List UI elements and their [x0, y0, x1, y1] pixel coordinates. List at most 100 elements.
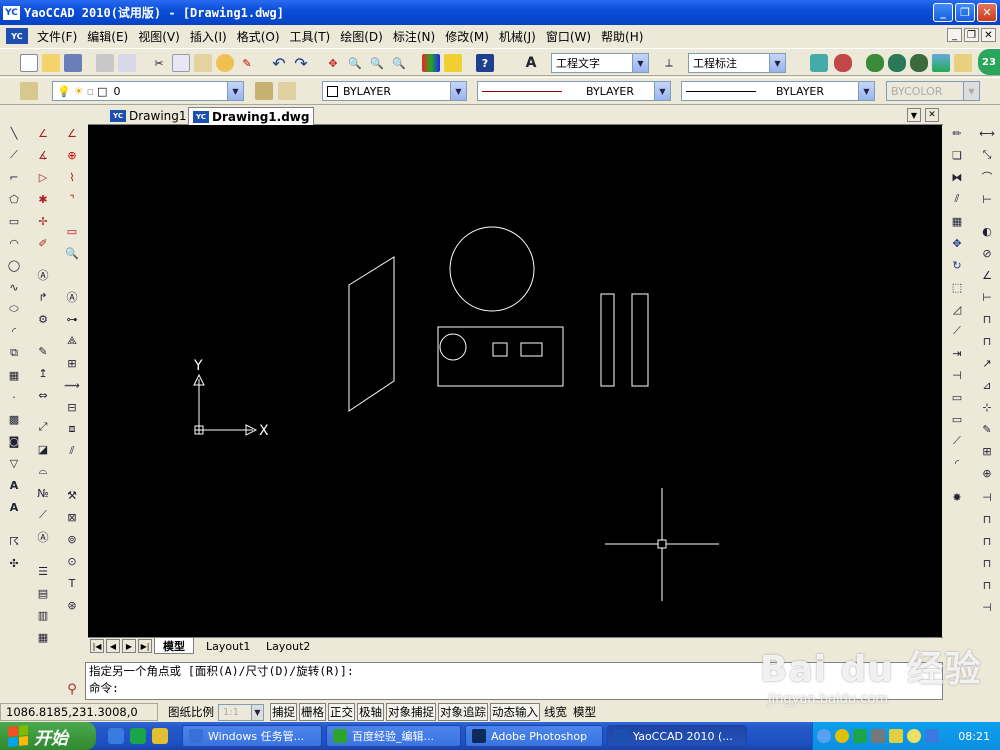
- bar-left-shape[interactable]: [600, 293, 615, 387]
- tray-update-icon[interactable]: [907, 729, 921, 743]
- datum-icon[interactable]: ⟿: [63, 376, 81, 394]
- mech-cross-icon[interactable]: ✢: [34, 212, 52, 230]
- menu-window[interactable]: 窗口(W): [541, 28, 596, 45]
- fog-icon[interactable]: [954, 54, 972, 72]
- tab-drawing1-dwg[interactable]: YC Drawing1.dwg: [188, 107, 315, 125]
- dim-edit-icon[interactable]: ✎: [978, 420, 996, 438]
- point-icon[interactable]: ·: [5, 388, 23, 406]
- polar-toggle[interactable]: 极轴: [357, 703, 384, 721]
- chamfer-icon[interactable]: ⟋: [948, 432, 966, 450]
- start-button[interactable]: 开始: [0, 722, 96, 750]
- ordinate-dim-icon[interactable]: ⊢: [978, 190, 996, 208]
- menu-edit[interactable]: 编辑(E): [82, 28, 133, 45]
- render-icon[interactable]: [866, 54, 884, 72]
- make-current-layer-icon[interactable]: [255, 82, 273, 100]
- title-bar[interactable]: YC YaoCCAD 2010(试用版) - [Drawing1.dwg] _ …: [0, 0, 1000, 25]
- parallelogram-shape[interactable]: [348, 256, 395, 412]
- zoom-part-icon[interactable]: 🔍: [63, 244, 81, 262]
- ellipse-arc-icon[interactable]: ◜: [5, 322, 23, 340]
- center-dim-icon[interactable]: ⊹: [978, 398, 996, 416]
- mech-chart-icon[interactable]: ▥: [34, 606, 52, 624]
- menu-insert[interactable]: 插入(I): [185, 28, 232, 45]
- rotate-icon[interactable]: ↻: [948, 256, 966, 274]
- menu-modify[interactable]: 修改(M): [440, 28, 494, 45]
- dim-jog-icon[interactable]: ⊓: [978, 576, 996, 594]
- tray-input-icon[interactable]: [889, 729, 903, 743]
- fillet-icon[interactable]: ◜: [948, 454, 966, 472]
- tab-model[interactable]: 模型: [154, 638, 194, 654]
- landscape-icon[interactable]: [932, 54, 950, 72]
- first-layout-button[interactable]: |◀: [90, 639, 104, 653]
- scene-icon[interactable]: [910, 54, 928, 72]
- nut-icon[interactable]: ⊠: [63, 508, 81, 526]
- drawing-canvas[interactable]: Y X: [88, 125, 942, 637]
- section-icon[interactable]: ⊟: [63, 398, 81, 416]
- match-properties-icon[interactable]: [216, 54, 234, 72]
- small-circle-shape[interactable]: [439, 333, 467, 361]
- lineweight-toggle[interactable]: 线宽: [542, 703, 569, 721]
- task-baidu-jingyan[interactable]: 百度经验_编辑...: [326, 725, 461, 747]
- explode-object-icon[interactable]: ✸: [948, 488, 966, 506]
- menu-draw[interactable]: 绘图(D): [335, 28, 388, 45]
- dim-space-icon[interactable]: ⊓: [978, 554, 996, 572]
- bar-right-shape[interactable]: [631, 293, 649, 387]
- detail-icon[interactable]: ⧈: [63, 420, 81, 438]
- fastener-icon[interactable]: ⚒: [63, 486, 81, 504]
- copy-icon[interactable]: [172, 54, 190, 72]
- zoom-realtime-icon[interactable]: 🔍: [346, 54, 364, 72]
- save-icon[interactable]: [64, 54, 82, 72]
- quicklaunch-browser-icon[interactable]: [130, 728, 146, 744]
- quick-dim-icon[interactable]: ⊢: [978, 288, 996, 306]
- menu-dimension[interactable]: 标注(N): [388, 28, 440, 45]
- diameter-dim-icon[interactable]: ⊘: [978, 244, 996, 262]
- linetype-select[interactable]: BYLAYER ▼: [477, 81, 671, 101]
- mech-numbering-icon[interactable]: №: [34, 484, 52, 502]
- layer-manager-icon[interactable]: [20, 82, 38, 100]
- mech-line-icon[interactable]: ∠: [34, 124, 52, 142]
- break-icon[interactable]: ▭: [948, 388, 966, 406]
- tolerance-dim-icon[interactable]: ⊿: [978, 376, 996, 394]
- color-select[interactable]: BYLAYER ▼: [322, 81, 467, 101]
- restore-button[interactable]: ❐: [955, 3, 975, 22]
- design-center-icon[interactable]: [444, 54, 462, 72]
- tray-security-icon[interactable]: [853, 729, 867, 743]
- weld-icon[interactable]: ⊞: [63, 354, 81, 372]
- dim-style-icon[interactable]: ⟂: [660, 54, 678, 72]
- grid-toggle[interactable]: 栅格: [299, 703, 326, 721]
- linear-dim-icon[interactable]: ⟷: [978, 124, 996, 142]
- task-yaoccad[interactable]: YaoCCAD 2010 (...: [607, 725, 747, 747]
- paste-icon[interactable]: [194, 54, 212, 72]
- join-icon[interactable]: ▭: [948, 410, 966, 428]
- menu-format[interactable]: 格式(O): [232, 28, 285, 45]
- baseline-dim-icon[interactable]: ⊓: [978, 310, 996, 328]
- bolt-icon[interactable]: ⊙: [63, 552, 81, 570]
- mech-balloon-icon[interactable]: Ⓐ: [34, 528, 52, 546]
- table-icon[interactable]: ▽: [5, 454, 23, 472]
- break-line-icon[interactable]: ⌇: [63, 168, 81, 186]
- menu-file[interactable]: 文件(F): [32, 28, 82, 45]
- snap-toggle[interactable]: 捕捉: [270, 703, 297, 721]
- region-icon[interactable]: ◙: [5, 432, 23, 450]
- mech-symbol-icon[interactable]: Ⓐ: [34, 266, 52, 284]
- array-icon[interactable]: ▦: [948, 212, 966, 230]
- prev-layout-button[interactable]: ◀: [106, 639, 120, 653]
- mech-shape-icon[interactable]: ◪: [34, 440, 52, 458]
- explode-icon[interactable]: ✣: [5, 554, 23, 572]
- ortho-toggle[interactable]: 正交: [328, 703, 355, 721]
- paint-brush-icon[interactable]: ✎: [238, 54, 256, 72]
- dim-style-manager-icon[interactable]: ⊣: [978, 488, 996, 506]
- radius-dim-icon[interactable]: ◐: [978, 222, 996, 240]
- title-block-icon[interactable]: T: [63, 574, 81, 592]
- circle-icon[interactable]: ◯: [5, 256, 23, 274]
- make-block-icon[interactable]: ▦: [5, 366, 23, 384]
- chamfer-mark-icon[interactable]: ⫽: [63, 442, 81, 460]
- quicklaunch-folder-icon[interactable]: [152, 728, 168, 744]
- mech-list-icon[interactable]: ☰: [34, 562, 52, 580]
- osnap-toggle[interactable]: 对象捕捉: [386, 703, 436, 721]
- model-toggle[interactable]: 模型: [571, 703, 598, 721]
- layer-previous-icon[interactable]: [278, 82, 296, 100]
- mech-sketch-icon[interactable]: ✐: [34, 234, 52, 252]
- inspection-icon[interactable]: ⊣: [978, 598, 996, 616]
- dim-text-edit-icon[interactable]: ⊞: [978, 442, 996, 460]
- arc-icon[interactable]: ◠: [5, 234, 23, 252]
